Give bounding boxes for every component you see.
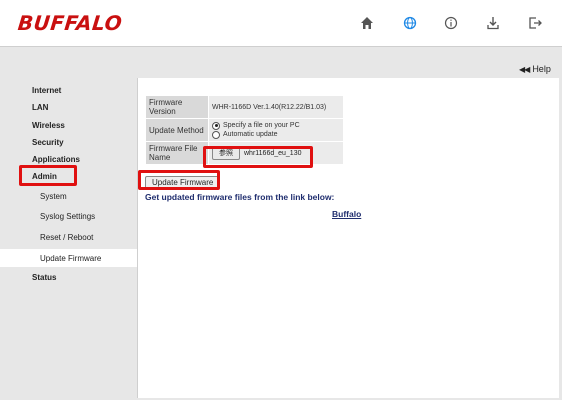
double-left-arrow-icon: ◀◀ xyxy=(519,65,530,74)
firmware-version-value: WHR-1166D Ver.1.40(R12.22/B1.03) xyxy=(208,95,344,119)
table-row: Update Method Specify a file on your PC … xyxy=(145,118,344,142)
help-label: Help xyxy=(532,64,551,74)
radio-selected-icon[interactable] xyxy=(212,121,220,130)
firmware-file-name-label: Firmware File Name xyxy=(145,141,209,165)
sidebar-item-update-firmware[interactable]: Update Firmware xyxy=(0,249,137,267)
update-method-options: Specify a file on your PC Automatic upda… xyxy=(208,118,344,142)
download-icon[interactable] xyxy=(482,12,504,34)
sidebar-item-security[interactable]: Security xyxy=(32,133,132,151)
radio-option-automatic[interactable]: Automatic update xyxy=(212,130,340,139)
sidebar-item-lan[interactable]: LAN xyxy=(32,98,132,116)
sidebar-item-syslog-settings[interactable]: Syslog Settings xyxy=(40,207,135,225)
sidebar-item-reset-reboot[interactable]: Reset / Reboot xyxy=(40,228,135,246)
radio-label-automatic: Automatic update xyxy=(223,131,278,138)
info-icon[interactable] xyxy=(440,12,462,34)
firmware-version-label: Firmware Version xyxy=(145,95,209,119)
update-method-label: Update Method xyxy=(145,118,209,142)
sidebar-item-internet[interactable]: Internet xyxy=(32,81,132,99)
radio-label-file: Specify a file on your PC xyxy=(223,122,300,129)
sidebar-item-status[interactable]: Status xyxy=(32,268,132,286)
help-link[interactable]: ◀◀ Help xyxy=(519,64,551,74)
sidebar-item-system[interactable]: System xyxy=(40,187,135,205)
logout-icon[interactable] xyxy=(524,12,546,34)
radio-option-file[interactable]: Specify a file on your PC xyxy=(212,121,340,130)
sidebar-item-wireless[interactable]: Wireless xyxy=(32,116,132,134)
buffalo-link[interactable]: Buffalo xyxy=(332,209,361,219)
file-highlight-box xyxy=(203,146,313,168)
update-button-highlight-box xyxy=(138,170,220,190)
home-icon[interactable] xyxy=(356,12,378,34)
buffalo-logo: BUFFALO xyxy=(16,11,124,35)
admin-highlight-box xyxy=(19,165,77,186)
firmware-link-text: Get updated firmware files from the link… xyxy=(145,192,335,202)
globe-icon[interactable] xyxy=(399,12,421,34)
radio-unselected-icon[interactable] xyxy=(212,130,220,139)
main-content: Firmware Version WHR-1166D Ver.1.40(R12.… xyxy=(137,78,559,398)
header-bar: BUFFALO xyxy=(0,0,562,47)
table-row: Firmware Version WHR-1166D Ver.1.40(R12.… xyxy=(145,95,344,119)
